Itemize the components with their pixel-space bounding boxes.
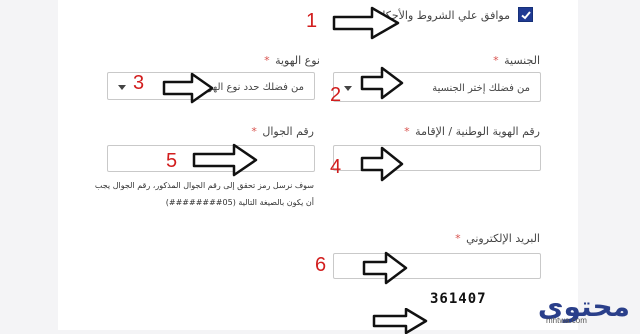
- required-mark: *: [251, 125, 257, 138]
- id-type-label-row: نوع الهوية *: [264, 54, 320, 67]
- nationality-label: الجنسية: [504, 54, 540, 67]
- annotation-number-6: 6: [315, 254, 327, 276]
- annotation-number-4: 4: [330, 156, 342, 178]
- arrow-right-icon: [162, 72, 214, 104]
- annotation-number-2: 2: [330, 84, 342, 106]
- nationality-placeholder: من فضلك إختر الجنسية: [432, 83, 530, 94]
- arrow-right-icon: [360, 146, 404, 182]
- national-id-label-row: رقم الهوية الوطنية / الإقامة *: [404, 125, 540, 138]
- required-mark: *: [455, 232, 461, 245]
- id-type-label: نوع الهوية: [275, 54, 320, 67]
- required-mark: *: [493, 54, 499, 67]
- annotation-number-3: 3: [133, 72, 145, 94]
- arrow-right-icon: [362, 251, 408, 285]
- chevron-down-icon: [118, 85, 126, 90]
- id-type-placeholder: من فضلك حدد نوع الهوية: [199, 82, 304, 93]
- email-label: البريد الإلكتروني: [466, 232, 540, 245]
- arrow-right-icon: [332, 6, 400, 40]
- email-label-row: البريد الإلكتروني *: [455, 232, 540, 245]
- national-id-label: رقم الهوية الوطنية / الإقامة: [415, 125, 540, 138]
- watermark-logo: محتوى mhtwa.com: [516, 290, 636, 330]
- logo-site: mhtwa.com: [546, 316, 587, 325]
- terms-checkbox[interactable]: [518, 7, 533, 22]
- captcha-image-text: 361407: [430, 291, 487, 307]
- annotation-number-5: 5: [166, 150, 178, 172]
- mobile-hint-line2: أن يكون بالصيغة التالية (05########): [165, 198, 314, 207]
- mobile-hint-line1: سوف نرسل رمز تحقق إلى رقم الجوال المذكور…: [94, 181, 314, 190]
- checkmark-icon: [521, 11, 531, 20]
- annotation-number-1: 1: [306, 10, 318, 32]
- required-mark: *: [404, 125, 410, 138]
- chevron-down-icon: [344, 86, 352, 91]
- arrow-right-icon: [360, 66, 404, 100]
- mobile-label-row: رقم الجوال *: [251, 125, 314, 138]
- arrow-right-icon: [192, 143, 258, 177]
- mobile-label: رقم الجوال: [262, 125, 314, 138]
- arrow-right-icon: [372, 308, 428, 334]
- nationality-label-row: الجنسية *: [493, 54, 540, 67]
- required-mark: *: [264, 54, 270, 67]
